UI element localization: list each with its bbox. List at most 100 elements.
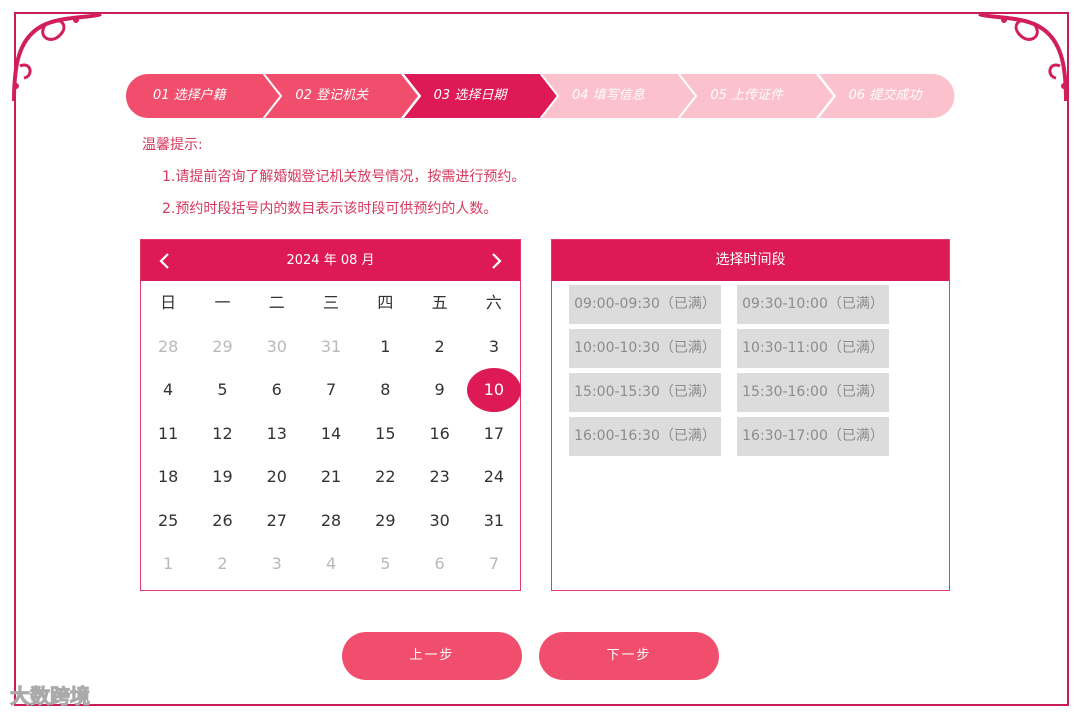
calendar-day[interactable]: 17 — [467, 412, 521, 456]
calendar-day[interactable]: 3 — [467, 325, 521, 369]
step-6: 06 提交成功 — [816, 73, 973, 119]
calendar-day[interactable]: 29 — [358, 499, 412, 543]
timeslot-button[interactable]: 15:00-15:30（已满） — [569, 373, 721, 412]
calendar-day[interactable]: 5 — [358, 542, 412, 586]
calendar-day[interactable]: 20 — [250, 455, 304, 499]
tip-line-2: 2.预约时段括号内的数目表示该时段可供预约的人数。 — [162, 201, 498, 217]
day-number: 30 — [266, 336, 287, 356]
calendar-day[interactable]: 5 — [195, 368, 249, 412]
ornament-right-icon — [978, 12, 1068, 102]
day-number: 1 — [380, 336, 391, 356]
calendar-day[interactable]: 18 — [141, 455, 195, 499]
step-label: 06 提交成功 — [848, 88, 922, 103]
watermark: 大数跨境 — [10, 684, 91, 709]
date-calendar: 2024 年 08 月 日一二三四五六 28 29 30 31 1 2 3 4 5 6 7 8 9 10 11… — [140, 239, 521, 591]
day-number: 7 — [488, 554, 500, 573]
timeslot-button[interactable]: 09:00-09:30（已满） — [569, 285, 721, 324]
calendar-day[interactable]: 4 — [304, 542, 358, 586]
day-number: 8 — [380, 380, 391, 399]
calendar-day[interactable]: 30 — [412, 499, 466, 543]
timeslot-button[interactable]: 15:30-16:00（已满） — [737, 373, 889, 412]
progress-steps: 01 选择户籍 02 登记机关 03 选择日期 04 填写信息 05 上传证件 06 提交… — [125, 73, 956, 119]
chevron-left-icon — [159, 253, 169, 269]
next-month-button[interactable] — [482, 240, 512, 281]
calendar-day[interactable]: 12 — [195, 412, 249, 456]
calendar-day[interactable]: 31 — [304, 325, 358, 369]
day-number: 23 — [429, 467, 450, 486]
tips-section: 温馨提示: 1.请提前咨询了解婚姻登记机关放号情况，按需进行预约。 2.预约时段… — [142, 134, 525, 220]
calendar-week-row: 28 29 30 31 1 2 3 — [141, 325, 522, 369]
day-number: 6 — [434, 554, 445, 573]
calendar-day[interactable]: 25 — [141, 499, 195, 543]
calendar-day[interactable]: 24 — [467, 455, 521, 499]
calendar-day[interactable]: 30 — [250, 325, 304, 369]
prev-step-button[interactable]: 上一步 — [342, 632, 522, 680]
calendar-grid: 日一二三四五六 28 29 30 31 1 2 3 4 5 6 7 8 9 10 11 12 13 14 15 16 17… — [141, 281, 522, 586]
day-number: 27 — [266, 510, 287, 530]
tips-title: 温馨提示: — [142, 137, 203, 153]
timeslot-button[interactable]: 16:30-17:00（已满） — [737, 417, 889, 456]
day-number: 3 — [488, 336, 500, 356]
day-number: 14 — [320, 423, 342, 443]
calendar-header: 2024 年 08 月 — [141, 240, 520, 281]
calendar-day[interactable]: 23 — [412, 455, 466, 499]
day-number: 31 — [320, 336, 342, 356]
step-4: 04 填写信息 — [540, 73, 697, 119]
chevron-right-icon — [492, 253, 502, 269]
day-number: 17 — [483, 423, 505, 443]
calendar-day[interactable]: 3 — [250, 542, 304, 586]
day-number: 2 — [217, 554, 228, 573]
timeslot-button[interactable]: 10:30-11:00（已满） — [737, 329, 889, 368]
calendar-day[interactable]: 6 — [412, 542, 466, 586]
weekday-label: 二 — [268, 293, 285, 312]
calendar-day[interactable]: 27 — [250, 499, 304, 543]
calendar-week-row: 4 5 6 7 8 9 10 — [141, 368, 522, 412]
day-number: 29 — [212, 336, 233, 356]
calendar-day[interactable]: 28 — [141, 325, 195, 369]
step-label: 05 上传证件 — [710, 88, 784, 103]
calendar-day[interactable]: 31 — [467, 499, 521, 543]
timeslot-button[interactable]: 10:00-10:30（已满） — [569, 329, 721, 368]
day-number: 22 — [375, 467, 396, 486]
weekday-label: 六 — [485, 293, 502, 312]
calendar-day[interactable]: 9 — [412, 368, 466, 412]
day-number: 16 — [429, 423, 450, 443]
day-number: 25 — [157, 510, 179, 530]
day-number: 11 — [157, 423, 179, 443]
timeslot-button[interactable]: 16:00-16:30（已满） — [569, 417, 721, 456]
calendar-day[interactable]: 7 — [467, 542, 521, 586]
prev-month-button[interactable] — [149, 240, 179, 281]
next-step-button[interactable]: 下一步 — [539, 632, 719, 680]
day-number: 19 — [212, 467, 233, 486]
step-label: 02 登记机关 — [295, 88, 369, 103]
calendar-day[interactable]: 11 — [141, 412, 195, 456]
calendar-day[interactable]: 29 — [195, 325, 249, 369]
calendar-day[interactable]: 19 — [195, 455, 249, 499]
calendar-day[interactable]: 7 — [304, 368, 358, 412]
step-2: 02 登记机关 — [263, 73, 420, 119]
calendar-day[interactable]: 28 — [304, 499, 358, 543]
calendar-day[interactable]: 21 — [304, 455, 358, 499]
calendar-day[interactable]: 4 — [141, 368, 195, 412]
day-number: 12 — [212, 423, 233, 443]
timeslot-button[interactable]: 09:30-10:00（已满） — [737, 285, 889, 324]
calendar-day[interactable]: 2 — [195, 542, 249, 586]
weekday-label: 一 — [214, 293, 231, 312]
calendar-day-selected[interactable]: 10 — [466, 368, 521, 412]
day-number: 7 — [325, 380, 337, 399]
calendar-day[interactable]: 26 — [195, 499, 249, 543]
calendar-day[interactable]: 6 — [250, 368, 304, 412]
calendar-day[interactable]: 15 — [358, 412, 412, 456]
weekday-label: 四 — [377, 293, 394, 312]
calendar-day[interactable]: 14 — [304, 412, 358, 456]
calendar-week-row: 1 2 3 4 5 6 7 — [141, 542, 522, 586]
calendar-day[interactable]: 16 — [412, 412, 466, 456]
ornament-left-icon — [12, 12, 102, 102]
calendar-day[interactable]: 22 — [358, 455, 412, 499]
day-number: 9 — [434, 380, 445, 399]
calendar-day[interactable]: 13 — [250, 412, 304, 456]
calendar-day[interactable]: 2 — [412, 325, 466, 369]
calendar-day[interactable]: 1 — [141, 542, 195, 586]
calendar-day[interactable]: 1 — [358, 325, 412, 369]
calendar-day[interactable]: 8 — [358, 368, 412, 412]
